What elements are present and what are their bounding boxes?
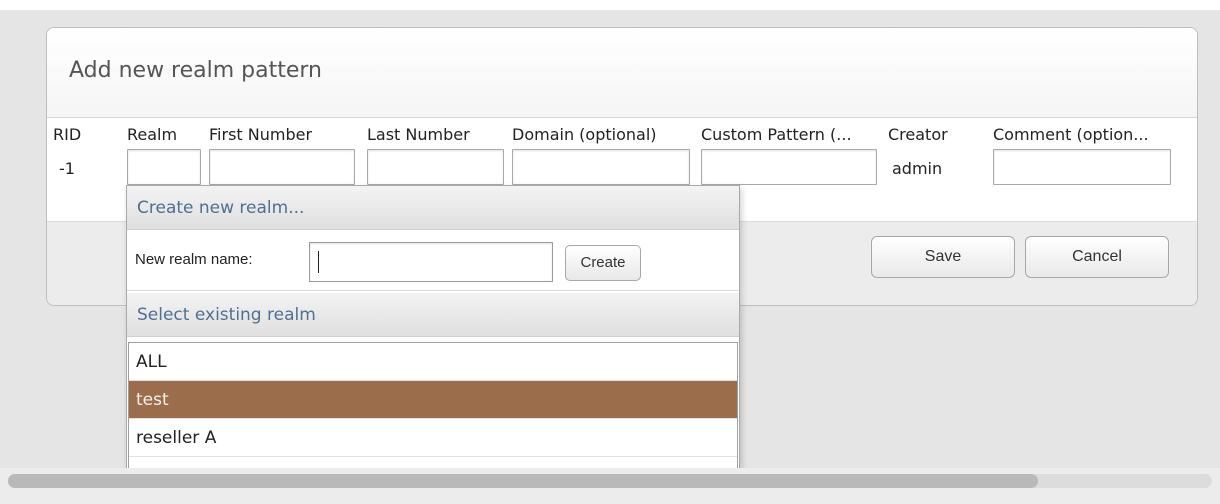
text-cursor (318, 251, 319, 273)
realm-option[interactable]: ALL (129, 343, 737, 381)
column-header-realm: Realm (127, 125, 178, 144)
save-button[interactable]: Save (871, 236, 1015, 278)
realm-field[interactable] (127, 149, 201, 185)
realm-option-selected[interactable]: test (129, 381, 737, 419)
top-strip (0, 0, 1220, 10)
create-new-realm-header: Create new realm... (127, 186, 739, 230)
new-realm-label: New realm name: (135, 251, 253, 268)
column-header-last-number: Last Number (367, 125, 470, 144)
comment-field[interactable] (993, 149, 1171, 185)
domain-field[interactable] (512, 149, 690, 185)
creator-value: admin (892, 159, 943, 178)
cancel-button[interactable]: Cancel (1025, 236, 1169, 278)
column-header-rid: RID (53, 125, 82, 144)
column-header-comment: Comment (option... (993, 125, 1149, 144)
rid-value: -1 (59, 159, 75, 178)
custom-pattern-field[interactable] (701, 149, 877, 185)
horizontal-scrollbar[interactable] (8, 474, 1212, 488)
create-button[interactable]: Create (565, 245, 641, 281)
last-number-field[interactable] (367, 149, 504, 185)
column-header-first-number: First Number (209, 125, 313, 144)
column-header-domain: Domain (optional) (512, 125, 657, 144)
new-realm-name-input[interactable] (309, 242, 553, 282)
select-existing-realm-header: Select existing realm (127, 293, 739, 337)
realm-option[interactable]: reseller A (129, 419, 737, 457)
dialog-title: Add new realm pattern (69, 58, 322, 83)
scrollbar-thumb[interactable] (8, 474, 1038, 488)
dialog-header: Add new realm pattern (47, 28, 1197, 118)
new-realm-row: New realm name: Create (127, 231, 739, 291)
realm-dropdown: Create new realm... New realm name: Crea… (126, 185, 740, 500)
column-header-creator: Creator (888, 125, 948, 144)
column-header-custom-pattern: Custom Pattern (... (701, 125, 852, 144)
first-number-field[interactable] (209, 149, 355, 185)
